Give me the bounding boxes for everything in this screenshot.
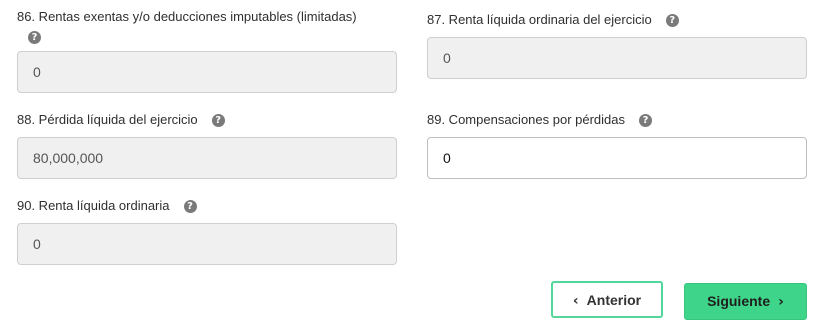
help-icon[interactable]: ? [665,14,679,27]
help-icon[interactable]: ? [211,114,225,127]
chevron-left-icon: ‹ [572,293,579,309]
field-88-input: 80,000,000 [17,137,397,179]
field-86-label: 86. Rentas exentas y/o deducciones imput… [17,9,357,24]
chevron-right-icon: › [778,294,784,310]
field-87-label: 87. Renta líquida ordinaria del ejercici… [427,12,652,27]
field-88-label: 88. Pérdida líquida del ejercicio [17,112,198,127]
field-90-input: 0 [17,223,397,265]
help-icon[interactable]: ? [28,31,41,44]
field-87-input: 0 [427,37,807,79]
help-icon[interactable]: ? [183,200,197,213]
field-89-label: 89. Compensaciones por pérdidas [427,112,626,127]
next-button[interactable]: Siguiente › [684,283,807,320]
previous-button[interactable]: ‹ Anterior [551,281,663,318]
help-icon[interactable]: ? [639,114,653,127]
next-button-label: Siguiente [707,293,771,309]
field-89-input[interactable]: 0 [427,137,807,179]
previous-button-label: Anterior [586,292,642,308]
field-86-input: 0 [17,51,397,93]
field-90-label: 90. Renta líquida ordinaria [17,198,170,213]
